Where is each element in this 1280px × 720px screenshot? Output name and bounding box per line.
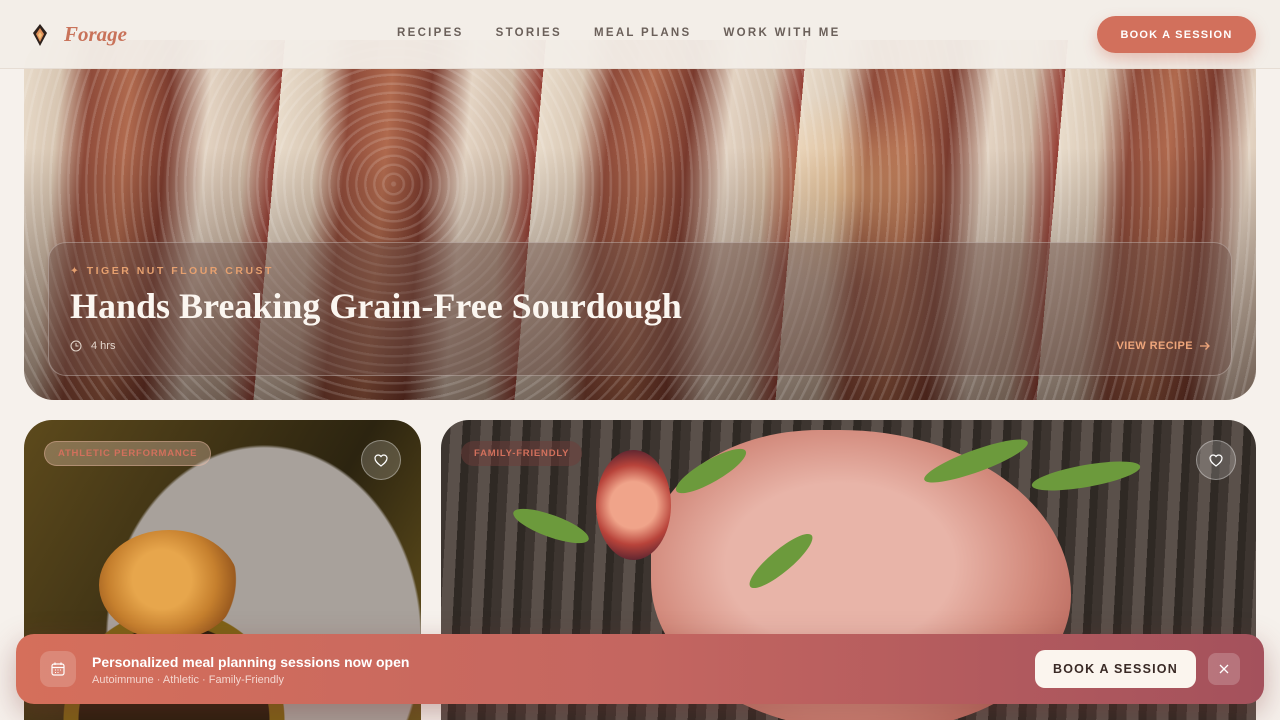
arugula-leaf	[509, 501, 593, 551]
banner-title: Personalized meal planning sessions now …	[92, 654, 410, 670]
card-image-fig	[596, 450, 671, 560]
nav-recipes[interactable]: RECIPES	[397, 27, 464, 39]
promo-banner: Personalized meal planning sessions now …	[16, 634, 1264, 704]
hero-title[interactable]: Hands Breaking Grain-Free Sourdough	[70, 285, 682, 327]
clock-icon	[70, 340, 82, 352]
diamond-flame-logo-icon	[33, 23, 47, 46]
hero-featured-recipe[interactable]: ✦ TIGER NUT FLOUR CRUST Hands Breaking G…	[24, 40, 1256, 400]
nav-meal-plans[interactable]: MEAL PLANS	[594, 27, 692, 39]
hero-time-label: 4 hrs	[91, 340, 116, 352]
nav-work-with-me[interactable]: WORK WITH ME	[724, 27, 841, 39]
card-tag: ATHLETIC PERFORMANCE	[44, 441, 212, 466]
calendar-icon	[40, 651, 76, 687]
hero-info-panel: ✦ TIGER NUT FLOUR CRUST Hands Breaking G…	[48, 242, 1232, 376]
close-icon	[1219, 664, 1229, 674]
brand-name: Forage	[64, 22, 127, 46]
favorite-button[interactable]	[1196, 440, 1236, 480]
card-image-food	[99, 530, 239, 640]
hero-time: 4 hrs	[70, 340, 115, 352]
view-recipe-link[interactable]: VIEW RECIPE	[1116, 340, 1211, 352]
book-session-button[interactable]: BOOK A SESSION	[1097, 16, 1256, 53]
banner-subtitle: Autoimmune · Athletic · Family-Friendly	[92, 674, 284, 686]
brand-logo[interactable]: Forage	[30, 22, 127, 47]
arrow-right-icon	[1200, 342, 1210, 350]
heart-icon	[374, 453, 388, 467]
hero-tag: ✦ TIGER NUT FLOUR CRUST	[70, 265, 274, 277]
main-nav: RECIPES STORIES MEAL PLANS WORK WITH ME	[397, 27, 873, 39]
arugula-leaf	[1029, 455, 1143, 497]
nav-stories[interactable]: STORIES	[496, 27, 562, 39]
close-banner-button[interactable]	[1208, 653, 1240, 685]
view-recipe-label: VIEW RECIPE	[1116, 340, 1193, 352]
site-header: Forage RECIPES STORIES MEAL PLANS WORK W…	[0, 0, 1280, 69]
favorite-button[interactable]	[361, 440, 401, 480]
banner-book-session-button[interactable]: BOOK A SESSION	[1035, 650, 1196, 688]
card-tag: FAMILY-FRIENDLY	[461, 441, 583, 466]
heart-icon	[1209, 453, 1223, 467]
